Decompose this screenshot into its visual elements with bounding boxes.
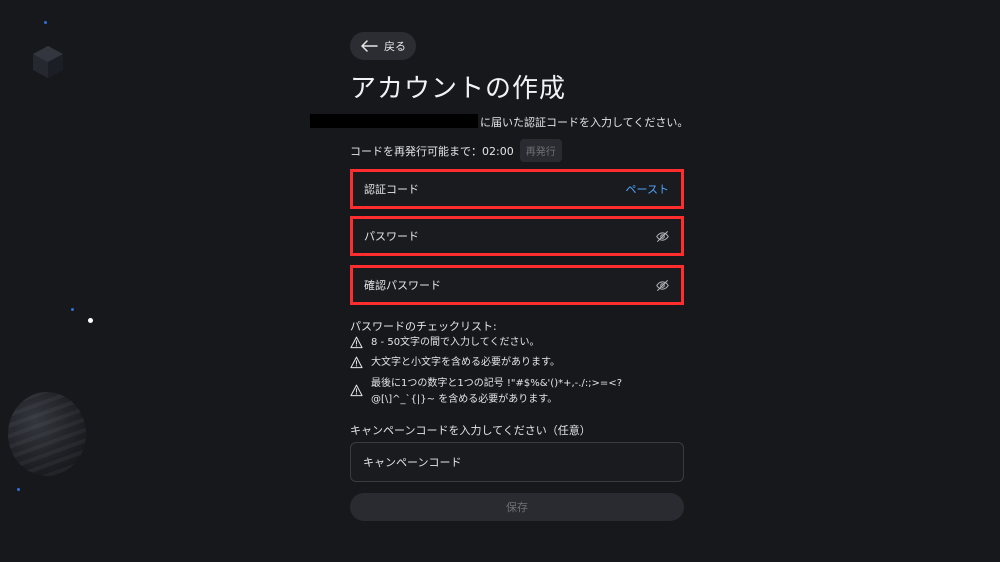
resend-countdown: コードを再発行可能まで：02:00 bbox=[350, 144, 514, 158]
arrow-left-icon bbox=[361, 40, 378, 52]
decor-orb bbox=[8, 392, 86, 476]
campaign-code-input[interactable] bbox=[350, 442, 684, 482]
save-button[interactable]: 保存 bbox=[350, 493, 684, 521]
back-button[interactable]: 戻る bbox=[350, 32, 416, 60]
verification-code-placeholder: 認証コード bbox=[364, 183, 419, 196]
campaign-code-label: キャンペーンコードを入力してください（任意） bbox=[350, 424, 591, 437]
resend-button[interactable]: 再発行 bbox=[519, 139, 562, 162]
paste-button[interactable]: ペースト bbox=[626, 181, 669, 197]
decor-gem-icon bbox=[33, 46, 63, 78]
warning-icon bbox=[350, 384, 363, 397]
checklist-item: 大文字と小文字を含める必要があります。 bbox=[350, 355, 684, 371]
page-title: アカウントの作成 bbox=[350, 74, 567, 104]
password-field[interactable]: パスワード bbox=[350, 216, 684, 256]
checklist-item: 最後に1つの数字と1つの記号 !"#$%&'()*+,-./:;>=<?@[\]… bbox=[350, 376, 684, 408]
warning-icon bbox=[350, 356, 363, 369]
confirm-password-placeholder: 確認パスワード bbox=[364, 279, 441, 292]
checklist-item: 8 - 50文字の間で入力してください。 bbox=[350, 335, 684, 351]
decor-dot bbox=[88, 318, 93, 323]
decor-dot bbox=[17, 488, 20, 491]
eye-off-icon[interactable] bbox=[656, 230, 669, 243]
decor-dot bbox=[71, 308, 74, 311]
checklist-item-text: 8 - 50文字の間で入力してください。 bbox=[371, 337, 540, 348]
warning-icon bbox=[350, 336, 363, 349]
back-button-label: 戻る bbox=[384, 40, 406, 53]
code-sent-message: に届いた認証コードを入力してください。 bbox=[480, 116, 689, 129]
checklist-item-text: 大文字と小文字を含める必要があります。 bbox=[371, 357, 560, 368]
password-checklist-title: パスワードのチェックリスト: bbox=[350, 320, 497, 333]
eye-off-icon[interactable] bbox=[656, 279, 669, 292]
confirm-password-field[interactable]: 確認パスワード bbox=[350, 265, 684, 305]
verification-code-field[interactable]: 認証コード ペースト bbox=[350, 169, 684, 209]
checklist-item-text: 最後に1つの数字と1つの記号 !"#$%&'()*+,-./:;>=<?@[\]… bbox=[371, 378, 623, 405]
resend-row: コードを再発行可能まで：02:00 再発行 bbox=[350, 139, 562, 162]
redacted-email bbox=[310, 114, 478, 128]
password-placeholder: パスワード bbox=[364, 230, 419, 243]
create-account-page: 戻る アカウントの作成 に届いた認証コードを入力してください。 コードを再発行可… bbox=[0, 0, 1000, 562]
decor-dot bbox=[44, 21, 47, 24]
